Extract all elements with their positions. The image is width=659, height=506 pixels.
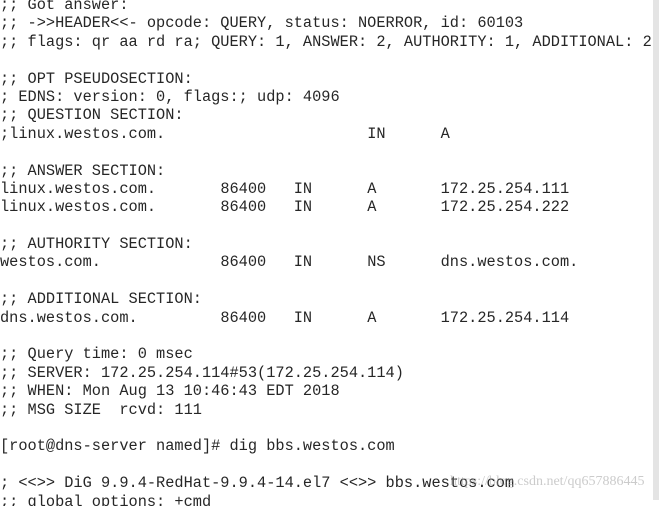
shell-prompt-command[interactable]: [root@dns-server named]# dig bbs.westos.… bbox=[0, 437, 653, 455]
msg-size-line: ;; MSG SIZE rcvd: 111 bbox=[0, 400, 202, 419]
answer-record: linux.westos.com. 86400 IN A 172.25.254.… bbox=[0, 179, 570, 198]
edns-line: ; EDNS: version: 0, flags:; udp: 4096 bbox=[0, 87, 340, 106]
terminal-output[interactable]: ;; Got answer: ;; ->>HEADER<<- opcode: Q… bbox=[0, 0, 653, 506]
question-section-heading: ;; QUESTION SECTION: bbox=[0, 106, 184, 125]
question-record: ;linux.westos.com. IN A bbox=[0, 124, 450, 143]
global-options-line: ;; global options: +cmd bbox=[0, 492, 212, 506]
when-line: ;; WHEN: Mon Aug 13 10:46:43 EDT 2018 bbox=[0, 382, 340, 401]
got-answer-line: ;; Got answer: bbox=[0, 0, 129, 14]
opt-pseudosection-heading: ;; OPT PSEUDOSECTION: bbox=[0, 69, 193, 88]
header-line: ;; ->>HEADER<<- opcode: QUERY, status: N… bbox=[0, 14, 524, 33]
server-line: ;; SERVER: 172.25.254.114#53(172.25.254.… bbox=[0, 363, 404, 382]
additional-record: dns.westos.com. 86400 IN A 172.25.254.11… bbox=[0, 308, 570, 327]
additional-section-heading: ;; ADDITIONAL SECTION: bbox=[0, 290, 202, 309]
answer-record: linux.westos.com. 86400 IN A 172.25.254.… bbox=[0, 198, 570, 217]
authority-record: westos.com. 86400 IN NS dns.westos.com. bbox=[0, 253, 579, 272]
scrollbar-track[interactable] bbox=[653, 0, 659, 500]
flags-line: ;; flags: qr aa rd ra; QUERY: 1, ANSWER:… bbox=[0, 32, 652, 51]
answer-section-heading: ;; ANSWER SECTION: bbox=[0, 161, 166, 180]
watermark: https://blog.csdn.net/qq657886445 bbox=[450, 474, 645, 489]
query-time-line: ;; Query time: 0 msec bbox=[0, 345, 193, 364]
authority-section-heading: ;; AUTHORITY SECTION: bbox=[0, 235, 193, 254]
